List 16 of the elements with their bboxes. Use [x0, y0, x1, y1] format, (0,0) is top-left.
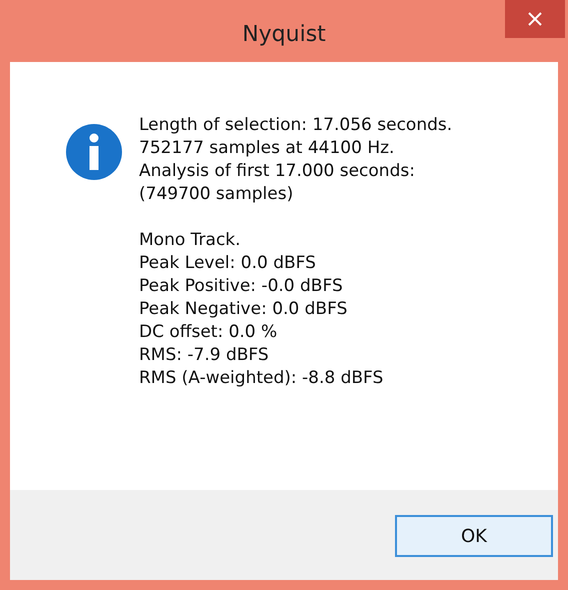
window-title: Nyquist — [242, 22, 326, 46]
message-line: Mono Track. — [139, 229, 242, 252]
message-line: RMS: -7.9 dBFS — [139, 344, 270, 367]
info-icon — [66, 124, 122, 180]
close-button[interactable] — [505, 0, 565, 38]
message-line: RMS (A-weighted): -8.8 dBFS — [139, 367, 384, 390]
message-line: Peak Level: 0.0 dBFS — [139, 252, 317, 275]
message-line: DC offset: 0.0 % — [139, 321, 278, 344]
message-line: Peak Negative: 0.0 dBFS — [139, 298, 348, 321]
message-line: Analysis of first 17.000 seconds: — [139, 160, 416, 183]
message-line: Length of selection: 17.056 seconds. — [139, 114, 452, 137]
message-line: (749700 samples) — [139, 183, 294, 206]
close-icon — [528, 12, 542, 26]
message-line: 752177 samples at 44100 Hz. — [139, 137, 396, 160]
message-line: Peak Positive: -0.0 dBFS — [139, 275, 344, 298]
ok-button[interactable]: OK — [395, 515, 553, 557]
